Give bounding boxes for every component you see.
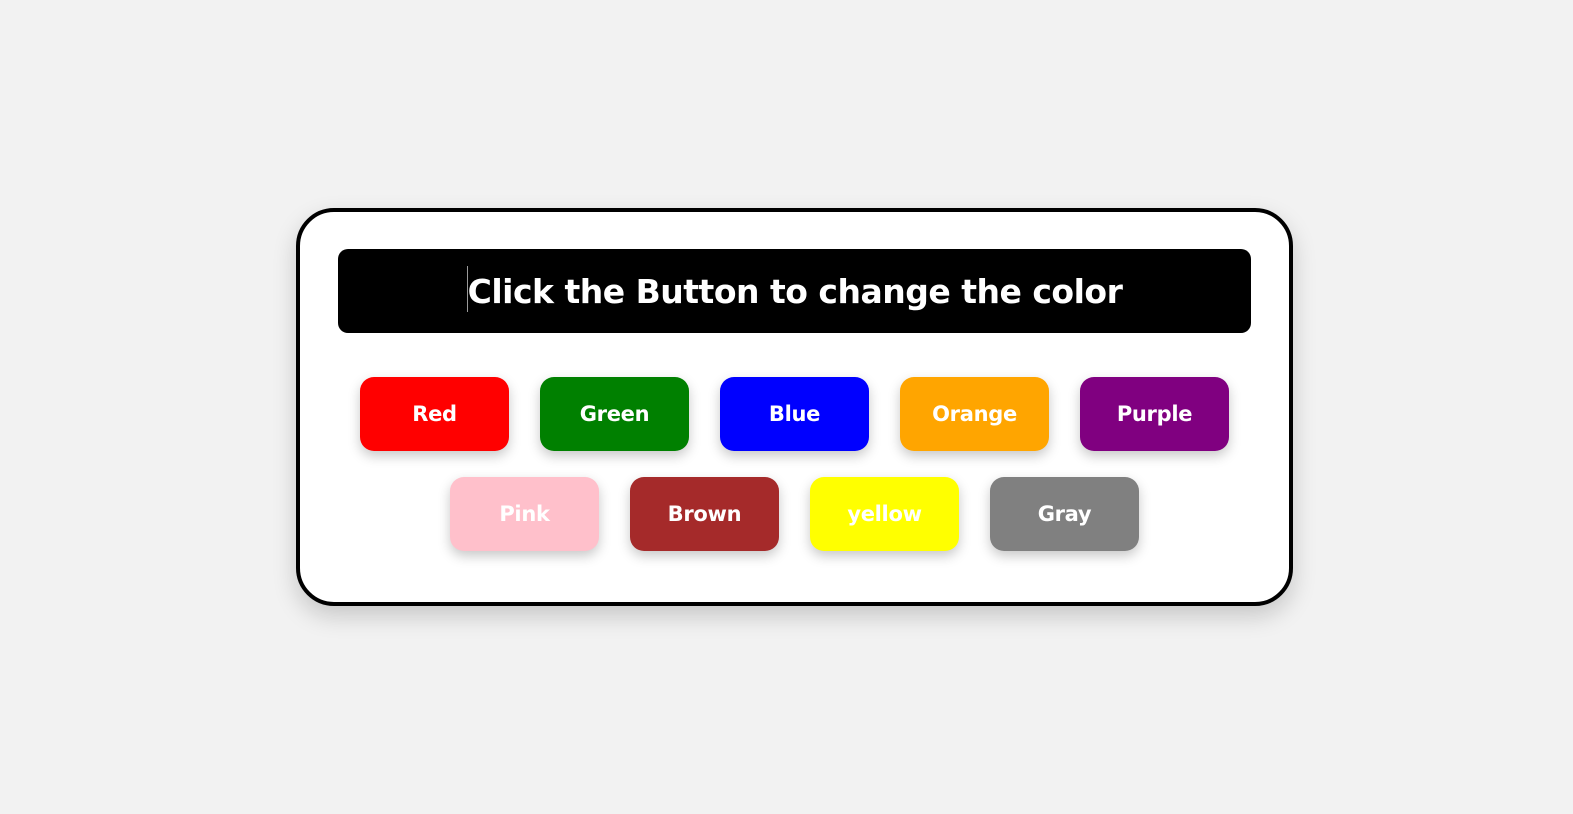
purple-button[interactable]: Purple <box>1080 377 1229 451</box>
orange-button[interactable]: Orange <box>900 377 1049 451</box>
heading-text: Click the Button to change the color <box>467 271 1123 311</box>
button-row-2: Pink Brown yellow Gray <box>300 477 1289 551</box>
yellow-button[interactable]: yellow <box>810 477 959 551</box>
red-button[interactable]: Red <box>360 377 509 451</box>
gray-button[interactable]: Gray <box>990 477 1139 551</box>
color-changer-card: Click the Button to change the color Red… <box>296 208 1293 606</box>
blue-button[interactable]: Blue <box>720 377 869 451</box>
button-row-1: Red Green Blue Orange Purple <box>300 377 1289 451</box>
green-button[interactable]: Green <box>540 377 689 451</box>
brown-button[interactable]: Brown <box>630 477 779 551</box>
pink-button[interactable]: Pink <box>450 477 599 551</box>
heading-banner: Click the Button to change the color <box>338 249 1251 333</box>
